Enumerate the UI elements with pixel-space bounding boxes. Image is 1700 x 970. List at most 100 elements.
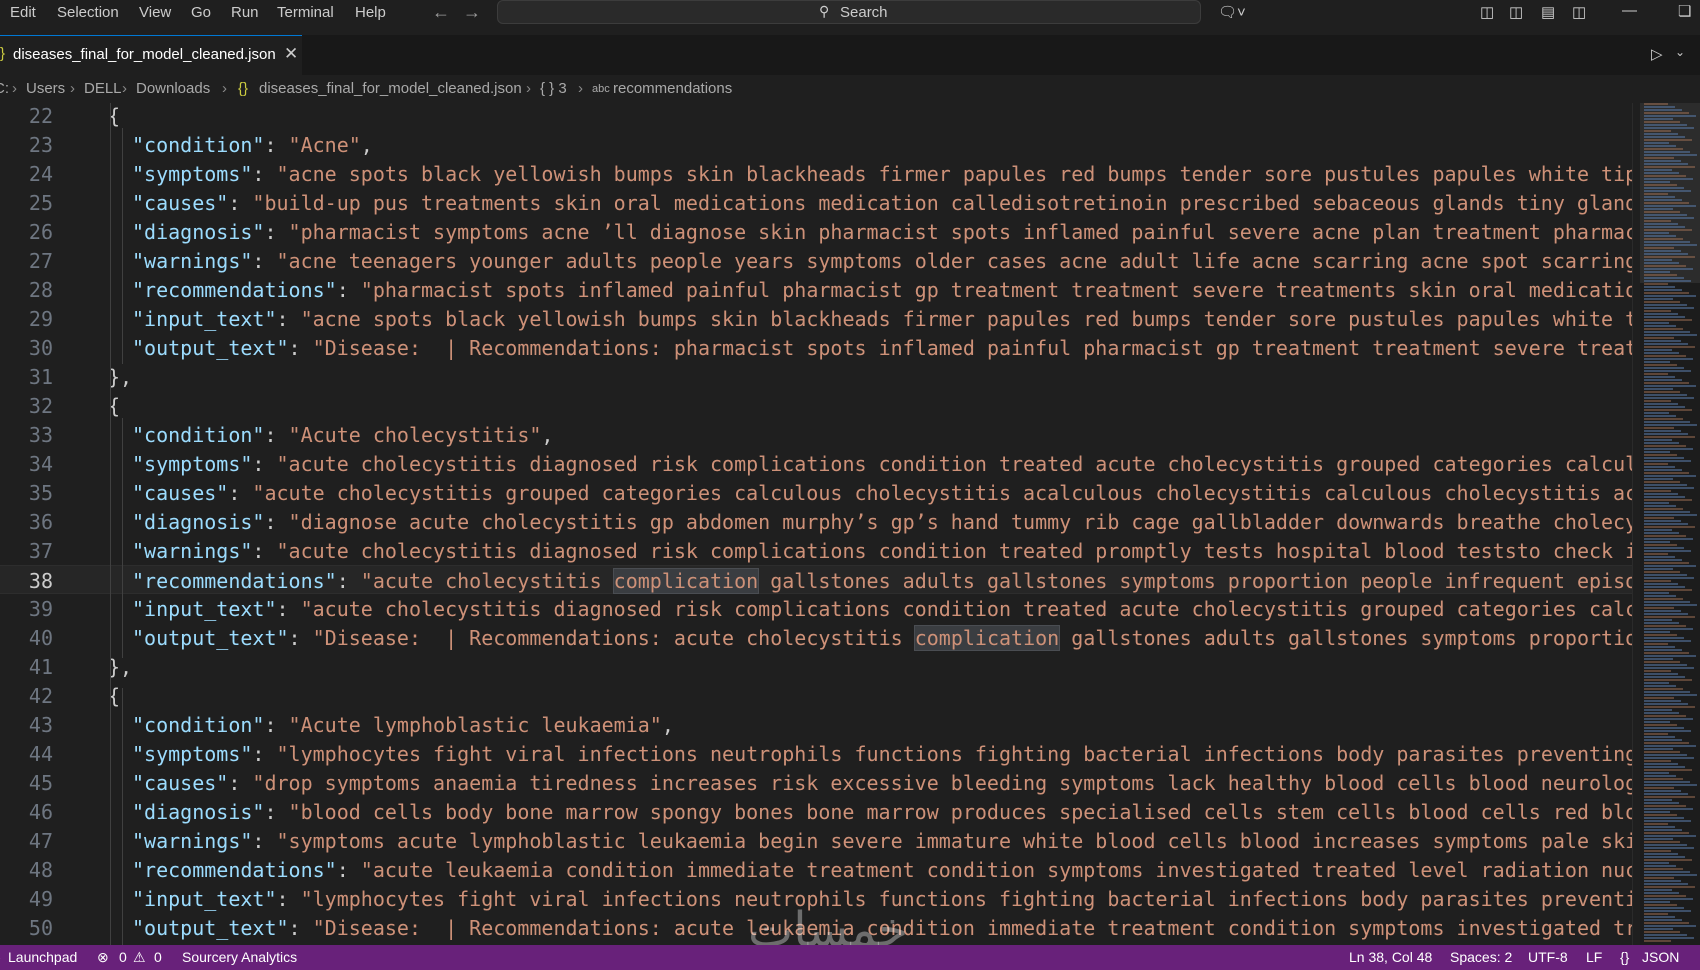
copilot-chat-icon[interactable]: 🗨˅ (1218, 3, 1246, 21)
command-center-search[interactable]: ⚲ Search (497, 0, 1201, 24)
restore-icon[interactable]: ❏ (1678, 2, 1691, 20)
minimap-line (1644, 622, 1679, 624)
menu-edit[interactable]: Edit (10, 4, 36, 21)
close-icon[interactable]: ✕ (284, 44, 298, 64)
language-mode[interactable]: JSON (1642, 949, 1679, 965)
minimap-line (1644, 640, 1691, 642)
warning-icon[interactable]: ⚠ (133, 949, 146, 966)
minimap-line (1644, 529, 1672, 531)
minimap-line (1644, 883, 1688, 885)
breadcrumb-object[interactable]: { } 3 (540, 80, 567, 97)
menu-run[interactable]: Run (231, 4, 259, 21)
line-number: 42 (28, 684, 53, 708)
code-line[interactable]: 31}, (0, 362, 1632, 391)
code-line[interactable]: 37 "warnings": "acute cholecystitis diagn… (0, 536, 1649, 565)
editor-tab[interactable]: } diseases_final_for_model_cleaned.json … (0, 35, 302, 75)
menu-terminal[interactable]: Terminal (277, 4, 334, 21)
minimap-line (1644, 535, 1686, 537)
code-editor[interactable]: 22{23 "condition": "Acne", 24 "symptoms": "… (0, 103, 1700, 945)
menu-selection[interactable]: Selection (57, 4, 119, 21)
menu-help[interactable]: Help (355, 4, 386, 21)
launchpad-item[interactable]: Launchpad (8, 949, 77, 965)
code-line[interactable]: 22{ (0, 103, 1632, 130)
indentation[interactable]: Spaces: 2 (1450, 949, 1512, 965)
code-line[interactable]: 45 "causes": "drop symptoms anaemia tired… (0, 768, 1649, 797)
breadcrumb-file[interactable]: diseases_final_for_model_cleaned.json (259, 80, 522, 97)
minimap-line (1644, 112, 1689, 114)
code-line[interactable]: 29 "input_text": "acne spots black yellow… (0, 304, 1649, 333)
breadcrumb-users[interactable]: Users (26, 80, 65, 97)
error-count[interactable]: 0 (119, 949, 127, 965)
minimize-icon[interactable]: — (1622, 2, 1637, 19)
minimap-line (1644, 700, 1681, 702)
breadcrumb-drive[interactable]: C: (0, 80, 9, 97)
minimap-line (1644, 781, 1690, 783)
encoding[interactable]: UTF-8 (1528, 949, 1568, 965)
line-number: 29 (28, 307, 53, 331)
code-line[interactable]: 28 "recommendations": "pharmacist spots i… (0, 275, 1649, 304)
code-line[interactable]: 36 "diagnosis": "diagnose acute cholecyst… (0, 507, 1649, 536)
menu-view[interactable]: View (139, 4, 171, 21)
warning-count[interactable]: 0 (154, 949, 162, 965)
code-line[interactable]: 48 "recommendations": "acute leukaemia co… (0, 855, 1649, 884)
minimap-line (1644, 526, 1695, 528)
breadcrumb-property[interactable]: recommendations (613, 80, 732, 97)
chevron-down-icon[interactable]: ⌄ (1675, 45, 1685, 59)
forward-arrow-icon[interactable]: → (463, 2, 481, 23)
minimap-line (1644, 199, 1682, 201)
code-text: "condition": "Acute lymphoblastic leukae… (132, 713, 674, 737)
minimap-line (1644, 607, 1674, 609)
minimap-line (1644, 643, 1668, 645)
code-line[interactable]: 41}, (0, 652, 1632, 681)
minimap[interactable] (1640, 103, 1700, 945)
code-line[interactable]: 30 "output_text": "Disease: | Recommendat… (0, 333, 1649, 362)
toggle-primary-sidebar-icon[interactable]: ◫ (1509, 3, 1523, 21)
minimap-line (1644, 157, 1674, 159)
minimap-line (1644, 772, 1669, 774)
line-ending[interactable]: LF (1586, 949, 1602, 965)
code-line[interactable]: 32{ (0, 391, 1632, 420)
cursor-position[interactable]: Ln 38, Col 48 (1349, 949, 1432, 965)
minimap-line (1644, 298, 1673, 300)
code-text: "causes": "build-up pus treatments skin … (132, 191, 1650, 215)
code-line[interactable]: 44 "symptoms": "lymphocytes fight viral i… (0, 739, 1637, 768)
customize-layout-icon[interactable]: ◫ (1480, 3, 1494, 21)
code-line[interactable]: 24 "symptoms": "acne spots black yellowis… (0, 159, 1637, 188)
minimap-line (1644, 577, 1694, 579)
code-line[interactable]: 35 "causes": "acute cholecystitis grouped… (0, 478, 1649, 507)
code-line[interactable]: 42{ (0, 681, 1632, 710)
minimap-line (1644, 778, 1683, 780)
code-line[interactable]: 43 "condition": "Acute lymphoblastic leuk… (0, 710, 1632, 739)
minimap-line (1644, 637, 1684, 639)
code-line[interactable]: 27 "warnings": "acne teenagers younger ad… (0, 246, 1637, 275)
minimap-line (1644, 475, 1696, 477)
sourcery-analytics-item[interactable]: Sourcery Analytics (182, 949, 297, 965)
breadcrumb-downloads[interactable]: Downloads (136, 80, 210, 97)
code-line[interactable]: 34 "symptoms": "acute cholecystitis diagn… (0, 449, 1649, 478)
minimap-line (1644, 886, 1695, 888)
back-arrow-icon[interactable]: ← (432, 2, 450, 23)
minimap-line (1644, 370, 1691, 372)
run-icon[interactable]: ▷ (1651, 45, 1663, 63)
code-text: "recommendations": "acute cholecystitis … (132, 568, 1650, 594)
breadcrumb-user[interactable]: DELL (84, 80, 122, 97)
code-line[interactable]: 46 "diagnosis": "blood cells body bone ma… (0, 797, 1649, 826)
toggle-secondary-sidebar-icon[interactable]: ◫ (1572, 3, 1586, 21)
toggle-panel-icon[interactable]: ▤ (1541, 3, 1555, 21)
code-line[interactable]: 40 "output_text": "Disease: | Recommendat… (0, 623, 1649, 652)
minimap-line (1644, 523, 1688, 525)
minimap-line (1644, 652, 1689, 654)
code-line[interactable]: 33 "condition": "Acute cholecystitis", (0, 420, 1632, 449)
code-line[interactable]: 47 "warnings": "symptoms acute lymphoblas… (0, 826, 1649, 855)
remote-icon[interactable]: › (0, 949, 1, 965)
code-line[interactable]: 26 "diagnosis": "pharmacist symptoms acne… (0, 217, 1649, 246)
indent-guide (110, 103, 111, 945)
code-line[interactable]: 39 "input_text": "acute cholecystitis dia… (0, 594, 1649, 623)
vertical-scrollbar[interactable] (1632, 103, 1640, 945)
error-icon[interactable]: ⊗ (97, 949, 109, 966)
code-line[interactable]: 25 "causes": "build-up pus treatments ski… (0, 188, 1649, 217)
code-line[interactable]: 38 "recommendations": "acute cholecystiti… (0, 565, 1649, 594)
minimap-line (1644, 130, 1671, 132)
menu-go[interactable]: Go (191, 4, 211, 21)
code-line[interactable]: 23 "condition": "Acne", (0, 130, 1632, 159)
